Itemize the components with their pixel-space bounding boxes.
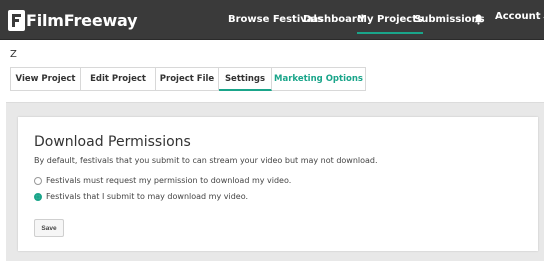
project-tabs: View Project Edit Project Project File S… xyxy=(10,67,366,91)
tab-marketing-options[interactable]: Marketing Options xyxy=(272,67,366,91)
option-request-permission-label: Festivals must request my permission to … xyxy=(46,176,292,185)
logo-mark-icon xyxy=(8,9,25,31)
download-permissions-heading: Download Permissions xyxy=(34,134,191,150)
top-navigation-bar: FilmFreeway Browse Festivals Dashboard M… xyxy=(0,0,544,40)
radio-may-download[interactable] xyxy=(34,192,42,201)
filmfreeway-logo[interactable]: FilmFreeway xyxy=(8,9,138,31)
download-permissions-description: By default, festivals that you submit to… xyxy=(34,156,378,165)
tab-settings[interactable]: Settings xyxy=(219,67,272,91)
logo-text: FilmFreeway xyxy=(26,10,138,30)
option-may-download[interactable]: Festivals that I submit to may download … xyxy=(34,192,248,201)
bell-icon[interactable] xyxy=(474,14,483,25)
nav-dashboard[interactable]: Dashboard xyxy=(303,14,364,25)
account-label: Account xyxy=(495,11,541,22)
option-request-permission[interactable]: Festivals must request my permission to … xyxy=(34,176,291,185)
account-menu[interactable]: Account xyxy=(495,11,544,22)
tab-view-project[interactable]: View Project xyxy=(10,67,81,91)
download-permissions-card: Download Permissions By default, festiva… xyxy=(18,117,538,251)
settings-content-area: Download Permissions By default, festiva… xyxy=(6,102,544,261)
tab-project-file[interactable]: Project File xyxy=(156,67,219,91)
option-may-download-label: Festivals that I submit to may download … xyxy=(46,192,248,201)
project-title: Z xyxy=(10,49,17,60)
radio-request-permission[interactable] xyxy=(34,176,42,185)
save-button[interactable]: Save xyxy=(34,219,64,237)
tab-edit-project[interactable]: Edit Project xyxy=(81,67,156,91)
